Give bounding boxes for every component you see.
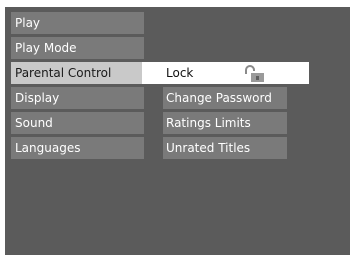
unlocked-padlock-icon [245,65,264,82]
menu-item-sound[interactable]: Sound [11,112,144,134]
menu-item-display[interactable]: Display [11,87,144,109]
submenu-item-change-password[interactable]: Change Password [163,87,287,109]
parental-control-submenu: Lock Change Password Ratings Limits Unra… [142,62,309,162]
submenu-item-ratings-limits[interactable]: Ratings Limits [163,112,287,134]
menu-item-play-mode[interactable]: Play Mode [11,37,144,59]
submenu-item-label: Lock [166,66,194,80]
main-menu: Play Play Mode Parental Control Display … [11,12,144,162]
menu-item-languages[interactable]: Languages [11,137,144,159]
submenu-item-lock[interactable]: Lock [142,62,309,84]
submenu-item-unrated-titles[interactable]: Unrated Titles [163,137,287,159]
menu-item-play[interactable]: Play [11,12,144,34]
settings-screen: Play Play Mode Parental Control Display … [5,7,350,255]
menu-item-parental-control[interactable]: Parental Control [11,62,144,84]
